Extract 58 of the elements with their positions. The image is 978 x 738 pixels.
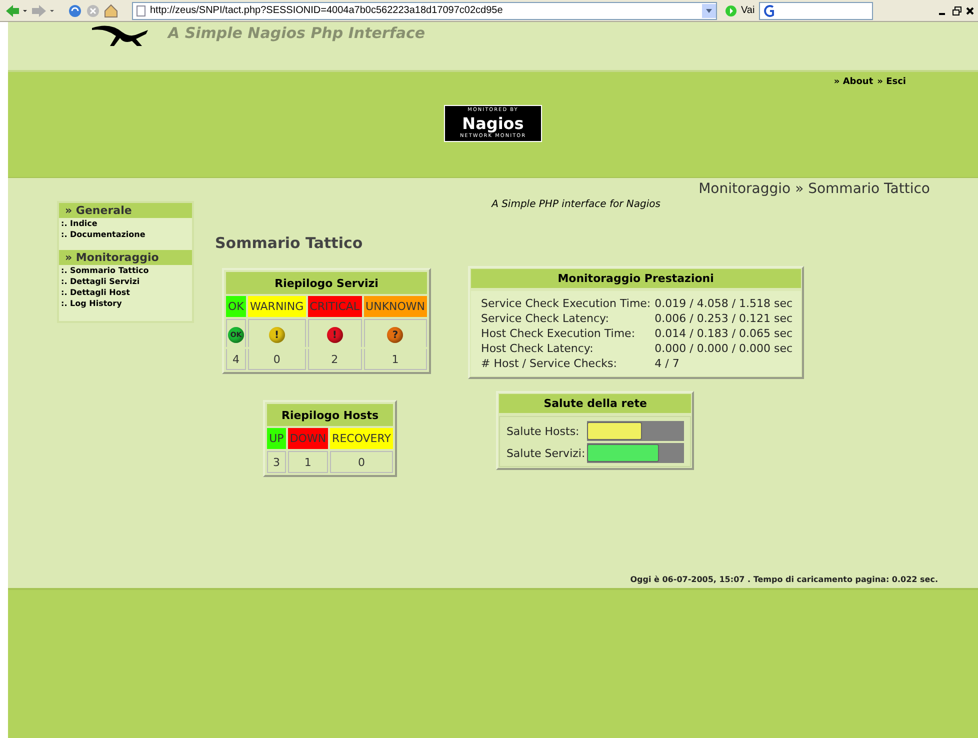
- status-header: WARNING: [248, 296, 306, 317]
- table-title: Riepilogo Servizi: [226, 272, 428, 294]
- table-title: Riepilogo Hosts: [267, 404, 393, 426]
- search-field[interactable]: [758, 2, 873, 20]
- status-header: RECOVERY: [330, 428, 393, 449]
- status-ball-icon: ?: [387, 327, 404, 343]
- metric-label: # Host / Service Checks:: [481, 357, 618, 370]
- subtitle: A Simple PHP interface for Nagios: [492, 199, 660, 210]
- header-link[interactable]: » Esci: [877, 77, 906, 87]
- table-cell: 4: [226, 349, 246, 370]
- dropdown-icon[interactable]: [702, 4, 716, 18]
- status-header: UP: [267, 428, 286, 449]
- table-cell: 2: [308, 349, 362, 370]
- metric-label: Host Check Latency:: [481, 342, 594, 355]
- status-header: DOWN: [288, 428, 328, 449]
- sidebar-section-header: » Monitoraggio: [59, 250, 192, 265]
- breadcrumb: Monitoraggio » Sommario Tattico: [698, 181, 930, 197]
- site-title: A Simple Nagios Php Interface: [168, 24, 426, 42]
- metric-value: 0.000 / 0.000 / 0.000 sec: [654, 342, 793, 355]
- search-engine-icon: [762, 4, 776, 18]
- sidebar-link[interactable]: :. Dettagli Host: [59, 287, 192, 298]
- close-icon[interactable]: [966, 6, 974, 16]
- panel-title: Salute della rete: [499, 394, 692, 413]
- status-ball-icon: !: [326, 327, 343, 343]
- sidebar-link[interactable]: :. Sommario Tattico: [59, 265, 192, 276]
- sidebar-link[interactable]: :. Log History: [59, 298, 192, 309]
- home-icon[interactable]: [104, 4, 118, 18]
- health-label: Salute Servizi:: [506, 446, 586, 460]
- address-bar[interactable]: http://zeus/SNPI/tact.php?SESSIONID=4004a7b0c562223a18d17097c02cd95e: [132, 2, 717, 20]
- metric-label: Service Check Latency:: [481, 312, 610, 325]
- status-header: CRITICAL: [308, 296, 362, 317]
- header-link[interactable]: » About: [834, 77, 874, 87]
- panel-title: Monitoraggio Prestazioni: [471, 269, 801, 288]
- table-cell: 3: [267, 451, 286, 473]
- metric-value: 0.019 / 4.058 / 1.518 sec: [654, 297, 793, 310]
- sidebar-link[interactable]: :. Indice: [59, 218, 192, 229]
- status-header: UNKNOWN: [364, 296, 428, 317]
- status-header: OK: [226, 296, 246, 317]
- sidebar-section-header: » Generale: [59, 203, 192, 218]
- health-label: Salute Hosts:: [506, 424, 580, 438]
- table-cell: 1: [364, 349, 428, 370]
- metric-label: Host Check Execution Time:: [481, 327, 636, 340]
- status-ball-icon: !: [268, 327, 285, 343]
- sidebar-link[interactable]: :. Documentazione: [59, 229, 192, 240]
- page-heading: Sommario Tattico: [215, 234, 364, 252]
- refresh-icon[interactable]: [68, 4, 82, 18]
- restore-icon[interactable]: [952, 6, 962, 16]
- table-cell: 0: [330, 451, 393, 473]
- metric-value: 0.014 / 0.183 / 0.065 sec: [654, 327, 793, 340]
- go-button[interactable]: Vai: [725, 4, 755, 16]
- table-cell: 0: [248, 349, 306, 370]
- table-cell: 1: [288, 451, 328, 473]
- metric-value: 0.006 / 0.253 / 0.121 sec: [654, 312, 793, 325]
- footer-status: Oggi è 06-07-2005, 15:07 . Tempo di caricamento pagina: 0.022 sec.: [630, 575, 938, 584]
- metric-label: Service Check Execution Time:: [481, 297, 651, 310]
- page-icon: [136, 4, 146, 16]
- sidebar-link[interactable]: :. Dettagli Servizi: [59, 276, 192, 287]
- metric-value: 4 / 7: [654, 357, 680, 370]
